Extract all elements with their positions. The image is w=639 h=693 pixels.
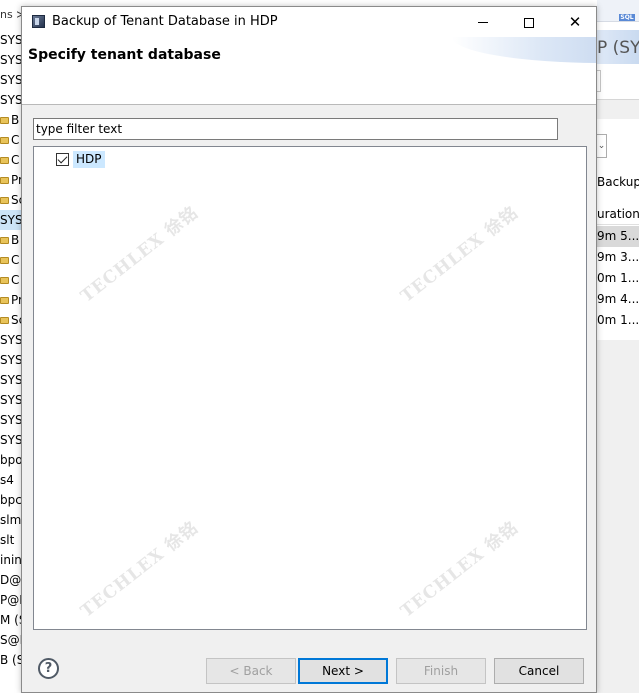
sql-console-icon[interactable]: SQL	[619, 14, 635, 21]
backup-tenant-dialog: Backup of Tenant Database in HDP ✕ Speci…	[21, 6, 597, 693]
tenant-database-tree: HDP TECHLEX 徐铭 TECHLEX 徐铭 TECHLEX 徐铭 TEC…	[33, 146, 587, 630]
help-icon[interactable]: ?	[38, 658, 59, 679]
watermark: TECHLEX 徐铭	[397, 202, 523, 307]
background-lower-area	[597, 340, 639, 693]
folder-icon	[0, 137, 9, 144]
folder-icon	[0, 157, 9, 164]
background-tree-row-label: C	[11, 133, 20, 147]
cancel-button[interactable]: Cancel	[494, 658, 584, 684]
background-table-row[interactable]: 9m 5...	[597, 226, 639, 247]
background-tree-row-label: B	[11, 113, 20, 127]
background-tree-row-label: bpo	[0, 453, 23, 467]
tree-item-hdp[interactable]: HDP	[56, 150, 105, 168]
chevron-down-icon[interactable]: ⌄	[597, 134, 607, 158]
dialog-title: Backup of Tenant Database in HDP	[52, 14, 278, 29]
background-table-row[interactable]: 9m 3...	[597, 247, 639, 268]
background-table-row[interactable]: 9m 4...	[597, 289, 639, 310]
finish-button[interactable]: Finish	[396, 658, 486, 684]
watermark: TECHLEX 徐铭	[77, 202, 203, 307]
next-button[interactable]: Next >	[298, 658, 388, 684]
background-tree-row-label: bpc	[0, 493, 22, 507]
folder-icon	[0, 317, 9, 324]
dialog-title-bar[interactable]: Backup of Tenant Database in HDP ✕	[22, 7, 596, 37]
minimize-icon	[478, 22, 488, 23]
background-editor-title: P (SY	[597, 38, 639, 58]
background-separator	[597, 99, 639, 119]
background-tree-row-label: s4	[0, 473, 14, 487]
watermark: TECHLEX 徐铭	[397, 517, 523, 622]
folder-icon	[0, 297, 9, 304]
app-icon	[32, 15, 45, 28]
close-icon: ✕	[568, 13, 582, 31]
background-tree-row-label: slm	[0, 513, 22, 527]
background-tree-row-label: B	[11, 233, 20, 247]
header-decoration	[452, 37, 596, 63]
hdp-checkbox[interactable]	[56, 152, 69, 166]
backup-icon	[0, 117, 9, 124]
background-table-row[interactable]: 0m 1...	[597, 310, 639, 331]
back-button[interactable]: < Back	[206, 658, 296, 684]
background-tree-row-label: C	[11, 153, 20, 167]
tree-item-label[interactable]: HDP	[73, 150, 105, 168]
filter-input[interactable]	[33, 118, 558, 140]
background-editor-tab[interactable]	[597, 70, 601, 92]
close-button[interactable]: ✕	[552, 7, 598, 37]
background-editor-panel: SQL P (SY ⌄ Backup uration 9m 5... 9m 3..…	[597, 0, 639, 693]
background-tree-row-label: C	[11, 273, 20, 287]
backup-icon	[0, 237, 9, 244]
background-tree-row-label: slt	[0, 533, 15, 547]
background-tab-strip: SQL	[597, 0, 639, 22]
wizard-header: Specify tenant database	[22, 37, 596, 105]
folder-icon	[0, 257, 9, 264]
maximize-icon	[524, 17, 534, 28]
wizard-page-title: Specify tenant database	[28, 47, 221, 63]
background-tree-row-label: C	[11, 253, 20, 267]
watermark: TECHLEX 徐铭	[77, 517, 203, 622]
folder-icon	[0, 197, 9, 204]
maximize-button[interactable]	[506, 7, 552, 37]
background-column-header[interactable]: uration	[597, 203, 639, 225]
folder-icon	[0, 177, 9, 184]
folder-icon	[0, 277, 9, 284]
background-table-row[interactable]: 0m 1...	[597, 268, 639, 289]
background-backup-table: 9m 5... 9m 3... 0m 1... 9m 4... 0m 1...	[597, 226, 639, 331]
minimize-button[interactable]	[460, 7, 506, 37]
background-section-label: Backup	[597, 175, 639, 189]
